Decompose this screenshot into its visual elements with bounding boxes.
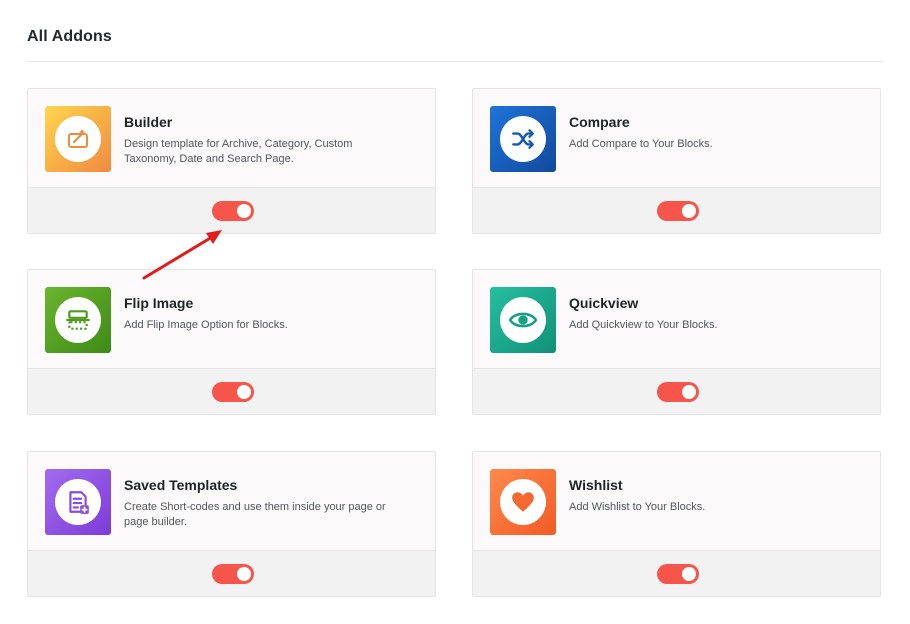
addon-description-saved-templates: Create Short-codes and use them inside y…	[124, 501, 386, 528]
addon-card-quickview: Quickview Add Quickview to Your Blocks.	[472, 269, 881, 415]
addon-description-flip-image: Add Flip Image Option for Blocks.	[124, 319, 288, 331]
flip-image-toggle[interactable]	[212, 382, 254, 402]
addon-name-quickview: Quickview	[569, 295, 639, 311]
addon-description-builder: Design template for Archive, Category, C…	[124, 138, 353, 165]
addon-name-saved-templates: Saved Templates	[124, 477, 238, 493]
flip-image-icon	[45, 287, 111, 353]
addon-card-wishlist: Wishlist Add Wishlist to Your Blocks.	[472, 451, 881, 597]
compare-toggle[interactable]	[657, 201, 699, 221]
builder-toggle[interactable]	[212, 201, 254, 221]
saved-templates-toggle[interactable]	[212, 564, 254, 584]
eye-icon	[490, 287, 556, 353]
addon-card-flip-image: Flip Image Add Flip Image Option for Blo…	[27, 269, 436, 415]
page-title: All Addons	[27, 28, 112, 45]
builder-icon	[45, 106, 111, 172]
toggle-knob	[237, 204, 251, 218]
shuffle-icon	[490, 106, 556, 172]
addon-description-wishlist: Add Wishlist to Your Blocks.	[569, 501, 706, 513]
addon-description-compare: Add Compare to Your Blocks.	[569, 138, 713, 150]
addon-card-compare: Compare Add Compare to Your Blocks.	[472, 88, 881, 234]
toggle-knob	[682, 204, 696, 218]
addon-description-quickview: Add Quickview to Your Blocks.	[569, 319, 718, 331]
addon-name-wishlist: Wishlist	[569, 477, 623, 493]
addon-card-saved-templates: Saved Templates Create Short-codes and u…	[27, 451, 436, 597]
toggle-knob	[682, 385, 696, 399]
addon-name-flip-image: Flip Image	[124, 295, 194, 311]
wishlist-toggle[interactable]	[657, 564, 699, 584]
toggle-knob	[682, 567, 696, 581]
toggle-knob	[237, 385, 251, 399]
addon-card-builder: Builder Design template for Archive, Cat…	[27, 88, 436, 234]
heart-icon	[490, 469, 556, 535]
addon-name-builder: Builder	[124, 114, 173, 130]
quickview-toggle[interactable]	[657, 382, 699, 402]
saved-templates-icon	[45, 469, 111, 535]
toggle-knob	[237, 567, 251, 581]
title-divider	[27, 61, 883, 62]
addon-name-compare: Compare	[569, 114, 630, 130]
